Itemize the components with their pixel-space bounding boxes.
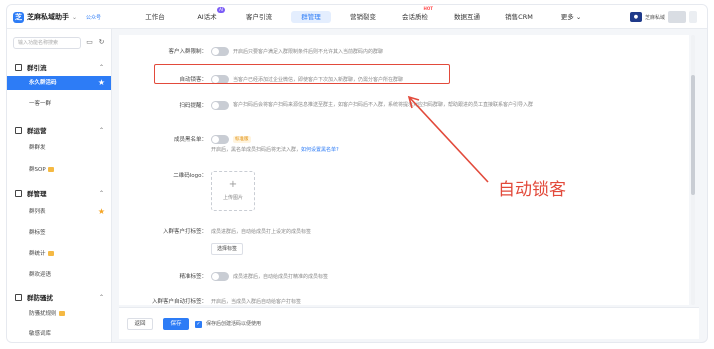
sidebar: 输入功能名称搜索 ▭ ↻ 群引流 ⌃ 永久群活码 ★ 一客一群 群运营 ⌃ 群群… <box>7 29 112 342</box>
annotation-label: 自动锁客 <box>498 180 566 200</box>
avatar-secondary <box>689 11 697 23</box>
refresh-icon[interactable]: ↻ <box>97 38 106 47</box>
exact-tag-toggle[interactable] <box>211 272 229 281</box>
chevron-down-icon: ⌄ <box>575 13 582 21</box>
sidebar-item-sensitive-words[interactable]: 敏感词库 <box>7 327 111 341</box>
join-limit-toggle[interactable] <box>211 47 229 56</box>
checkbox-icon[interactable]: ✓ <box>195 321 202 328</box>
scan-notify-toggle[interactable] <box>211 101 229 110</box>
user-name: 芝麻私域 <box>644 14 665 21</box>
chevron-up-icon: ⌃ <box>98 63 104 71</box>
chevron-up-icon: ⌃ <box>98 189 104 197</box>
nav-group-management[interactable]: 群管理 <box>285 5 337 29</box>
app-window: 芝 芝麻私域助手 ⌄ 公众号 工作台 AI话术 AI 客户引流 群管理 营销裂变 … <box>6 4 708 343</box>
auto-tag-desc: 开启后，当成员入群后自动给客户打标签 <box>211 299 302 305</box>
nav-marketing[interactable]: 营销裂变 <box>337 5 389 29</box>
save-button[interactable]: 保存 <box>163 318 189 330</box>
sidebar-item-group-welcome[interactable]: 群欢迎语 <box>7 268 111 282</box>
ai-badge: AI <box>217 7 225 13</box>
join-limit-desc: 开启后只要客户满足入群限制条件后则不允许其入当前群码内的群聊 <box>233 49 384 55</box>
scrollbar-thumb[interactable] <box>691 75 695 195</box>
save-option-label: 保存后创建活码以便使用 <box>206 321 262 327</box>
sidebar-group-traffic[interactable]: 群引流 ⌃ <box>7 61 112 73</box>
sidebar-item-group-tags[interactable]: 群标签 <box>7 226 111 240</box>
group-operations-icon <box>15 126 22 134</box>
main-nav: 工作台 AI话术 AI 客户引流 群管理 营销裂变 会话质检 HOT 数据互通 销售… <box>129 5 597 29</box>
qr-logo-upload[interactable]: + 上传图片 <box>211 171 255 211</box>
vip-icon <box>47 251 54 256</box>
sidebar-item-group-broadcast[interactable]: 群群发 <box>7 141 111 155</box>
sidebar-item-one-customer-one-group[interactable]: 一客一群 <box>7 97 111 111</box>
sidebar-item-group-stats[interactable]: 群统计 <box>7 247 111 261</box>
join-limit-label: 客户入群限制： <box>168 49 207 55</box>
standard-edition-badge: 标准版 <box>233 136 251 143</box>
blacklist-help-link[interactable]: 如何设置黑名单? <box>301 147 339 153</box>
nav-sales-crm[interactable]: 销售CRM <box>493 5 545 29</box>
user-menu[interactable]: ● 芝麻私域 <box>629 11 697 23</box>
org-icon: ● <box>629 12 642 22</box>
star-icon[interactable]: ★ <box>98 205 105 219</box>
join-tag-desc: 成员进群后，自动给成员打上设定的成员标签 <box>211 229 312 235</box>
bottom-action-bar: 返回 保存 ✓ 保存后创建活码以便使用 <box>119 307 699 339</box>
folder-icon[interactable]: ▭ <box>85 38 94 47</box>
highlight-box <box>154 64 450 84</box>
nav-customer-acquisition[interactable]: 客户引流 <box>233 5 285 29</box>
scrollbar[interactable] <box>691 35 695 305</box>
join-tag-label: 入群客户打标签： <box>162 229 207 235</box>
upload-label: 上传图片 <box>222 195 243 201</box>
brand[interactable]: 芝 芝麻私域助手 ⌄ 公众号 <box>13 11 101 23</box>
sidebar-group-operations[interactable]: 群运营 ⌃ <box>7 124 112 136</box>
blacklist-desc: 开启后，黑名单成员扫码后将无法入群，如何设置黑名单? <box>211 147 339 153</box>
vip-icon <box>47 167 54 172</box>
sidebar-search-input[interactable]: 输入功能名称搜索 <box>13 37 81 49</box>
vip-icon <box>58 311 65 316</box>
chevron-down-icon: ⌄ <box>72 13 78 21</box>
exact-tag-label: 精准标签： <box>179 274 207 280</box>
top-navbar: 芝 芝麻私域助手 ⌄ 公众号 工作台 AI话术 AI 客户引流 群管理 营销裂变 … <box>7 5 707 29</box>
back-button[interactable]: 返回 <box>127 318 153 330</box>
star-icon[interactable]: ★ <box>98 76 105 90</box>
nav-ai-scripts[interactable]: AI话术 AI <box>181 5 233 29</box>
auto-tag-label: 入群客户自动打标签： <box>151 299 207 305</box>
qr-logo-label: 二维码logo： <box>173 173 207 179</box>
sidebar-group-management[interactable]: 群管理 ⌃ <box>7 187 112 199</box>
blacklist-label: 成员黑名单： <box>173 137 207 143</box>
brand-name: 芝麻私域助手 <box>27 13 69 21</box>
nav-more[interactable]: 更多 ⌄ <box>545 5 597 29</box>
scan-notify-label: 扫码提醒： <box>179 103 207 109</box>
group-management-icon <box>15 189 22 197</box>
chevron-up-icon: ⌃ <box>98 293 104 301</box>
group-anti-harass-icon <box>15 293 22 301</box>
sidebar-item-group-list[interactable]: 群列表 ★ <box>7 205 111 219</box>
blacklist-toggle[interactable] <box>211 135 229 144</box>
sidebar-item-anti-harass-rules[interactable]: 防骚扰规则 <box>7 307 111 321</box>
sidebar-item-permanent-qrcode[interactable]: 永久群活码 ★ <box>7 76 111 90</box>
brand-logo-icon: 芝 <box>13 11 24 23</box>
exact-tag-desc: 成员进群后，自动给成员打精准的成员标签 <box>233 274 329 280</box>
nav-data-sync[interactable]: 数据互通 <box>441 5 493 29</box>
sidebar-item-group-sop[interactable]: 群SOP <box>7 163 111 177</box>
select-tag-button[interactable]: 选择标签 <box>211 243 243 255</box>
nav-workbench[interactable]: 工作台 <box>129 5 181 29</box>
group-traffic-icon <box>15 63 22 71</box>
scan-notify-desc: 客户扫码后会将客户扫码来源信息推送至群主，如客户扫码后不入群，系统将提示对应扫码… <box>233 102 534 108</box>
plus-icon: + <box>228 179 238 190</box>
nav-session-qc[interactable]: 会话质检 HOT <box>389 5 441 29</box>
account-type-tag[interactable]: 公众号 <box>86 14 101 21</box>
sidebar-group-anti-harass[interactable]: 群防骚扰 ⌃ <box>7 291 112 303</box>
chevron-up-icon: ⌃ <box>98 126 104 134</box>
hot-badge: HOT <box>423 6 433 11</box>
avatar[interactable] <box>668 11 686 23</box>
